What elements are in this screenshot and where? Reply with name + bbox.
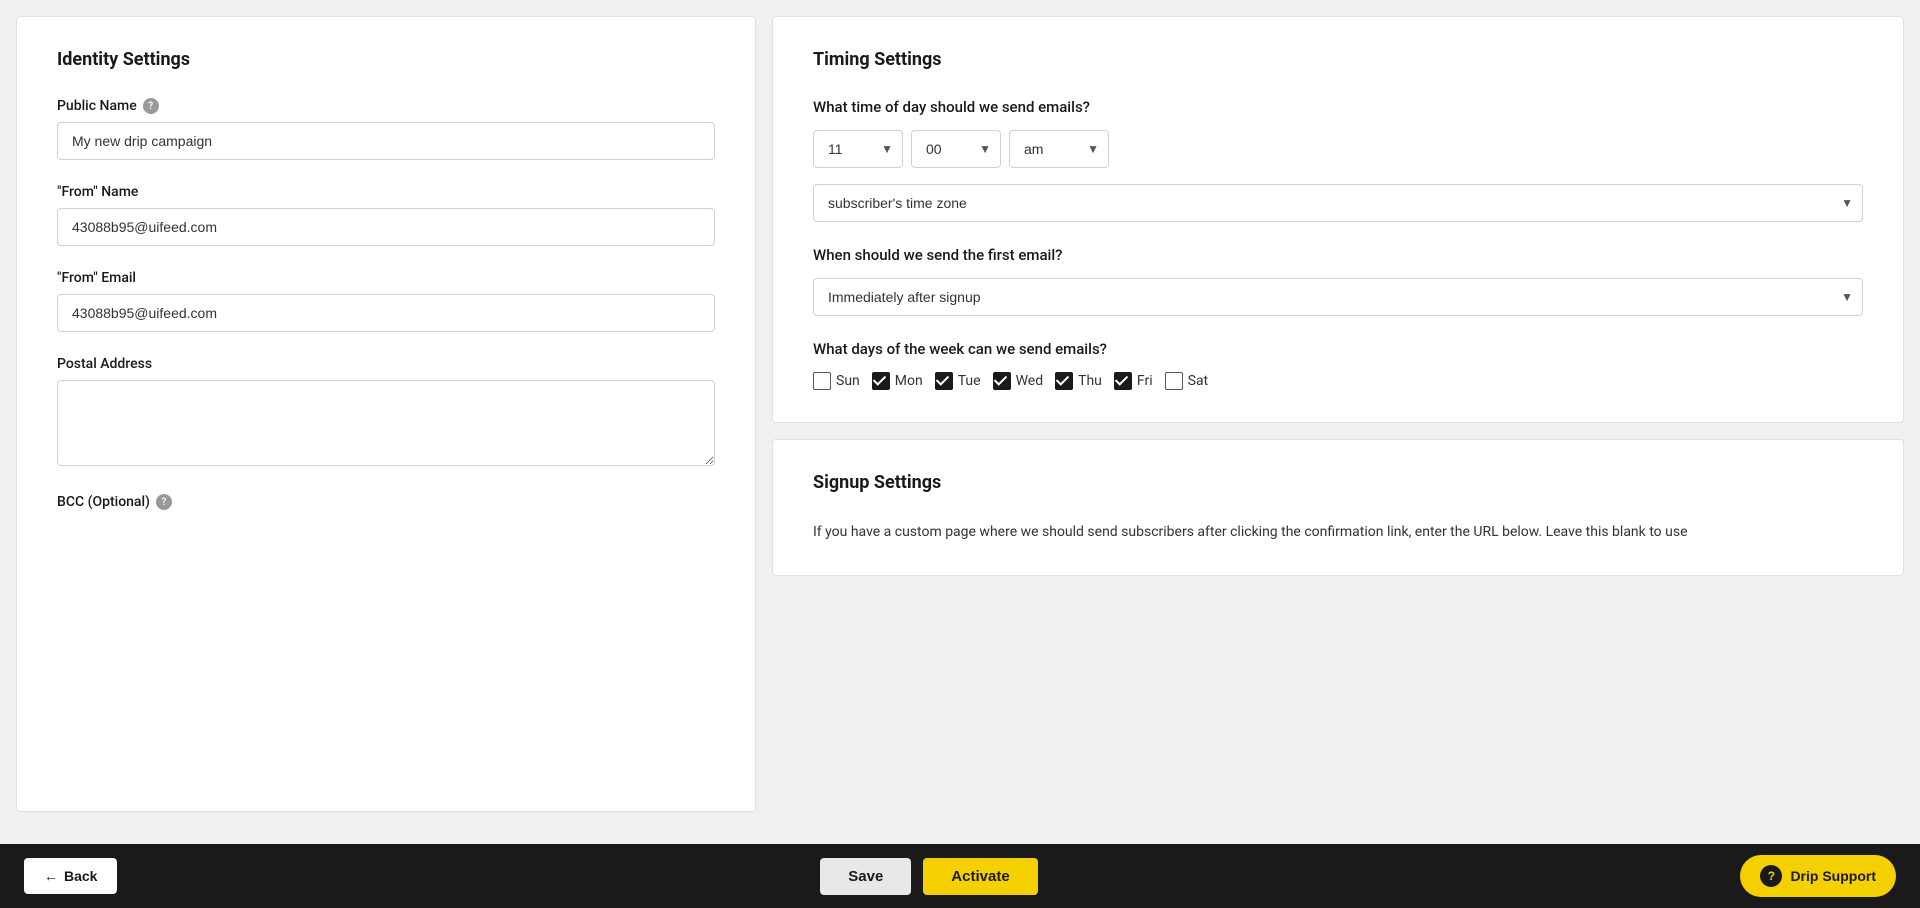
minute-select-wrapper: 00 153045 ▼: [911, 130, 1001, 168]
from-email-input[interactable]: [57, 294, 715, 332]
bottom-center: Save Activate: [820, 858, 1037, 895]
postal-address-group: Postal Address: [57, 356, 715, 470]
bcc-label: BCC (Optional) ?: [57, 494, 715, 510]
minute-select[interactable]: 00 153045: [911, 130, 1001, 168]
hour-select[interactable]: 11 123 456 789 1012: [813, 130, 903, 168]
hour-select-wrapper: 11 123 456 789 1012 ▼: [813, 130, 903, 168]
day-item-sun: Sun: [813, 372, 860, 390]
public-name-input[interactable]: [57, 122, 715, 160]
day-checkbox-mon[interactable]: [872, 372, 890, 390]
day-label-fri: Fri: [1137, 373, 1153, 389]
day-checkbox-wed[interactable]: [993, 372, 1011, 390]
postal-address-input[interactable]: [57, 380, 715, 466]
day-label-wed: Wed: [1016, 373, 1044, 389]
days-row: Sun Mon Tue Wed: [813, 372, 1863, 390]
timing-settings-panel: Timing Settings What time of day should …: [772, 16, 1904, 423]
time-question: What time of day should we send emails?: [813, 98, 1863, 116]
day-label-thu: Thu: [1078, 373, 1102, 389]
day-item-fri: Fri: [1114, 372, 1153, 390]
time-selectors: 11 123 456 789 1012 ▼ 00 153045 ▼: [813, 130, 1863, 168]
bcc-help-icon[interactable]: ?: [156, 494, 172, 510]
signup-settings-panel: Signup Settings If you have a custom pag…: [772, 439, 1904, 576]
day-checkbox-sun[interactable]: [813, 372, 831, 390]
first-email-select[interactable]: Immediately after signup 1 day after sig…: [813, 278, 1863, 316]
timing-settings-title: Timing Settings: [813, 49, 1863, 70]
signup-settings-description: If you have a custom page where we shoul…: [813, 521, 1863, 543]
day-item-tue: Tue: [935, 372, 981, 390]
day-item-thu: Thu: [1055, 372, 1102, 390]
bottom-left: ← Back: [24, 858, 117, 894]
from-email-group: "From" Email: [57, 270, 715, 332]
day-item-mon: Mon: [872, 372, 923, 390]
day-checkbox-thu[interactable]: [1055, 372, 1073, 390]
day-checkbox-fri[interactable]: [1114, 372, 1132, 390]
bcc-group: BCC (Optional) ?: [57, 494, 715, 510]
first-email-section: When should we send the first email? Imm…: [813, 246, 1863, 316]
support-circle-icon: ?: [1760, 865, 1782, 887]
timezone-select-wrapper: subscriber's time zone UTC America/New_Y…: [813, 184, 1863, 222]
drip-support-button[interactable]: ? Drip Support: [1740, 855, 1896, 897]
from-name-label: "From" Name: [57, 184, 715, 200]
back-arrow-icon: ←: [44, 868, 58, 884]
first-email-question: When should we send the first email?: [813, 246, 1863, 264]
public-name-label: Public Name ?: [57, 98, 715, 114]
postal-address-label: Postal Address: [57, 356, 715, 372]
day-label-sun: Sun: [836, 373, 860, 389]
bottom-bar: ← Back Save Activate ? Drip Support: [0, 844, 1920, 908]
back-button[interactable]: ← Back: [24, 858, 117, 894]
identity-settings-title: Identity Settings: [57, 49, 715, 70]
day-label-sat: Sat: [1188, 373, 1209, 389]
timezone-select[interactable]: subscriber's time zone UTC America/New_Y…: [813, 184, 1863, 222]
bottom-right: ? Drip Support: [1740, 855, 1896, 897]
days-question: What days of the week can we send emails…: [813, 340, 1863, 358]
day-checkbox-tue[interactable]: [935, 372, 953, 390]
day-item-sat: Sat: [1165, 372, 1209, 390]
days-section: What days of the week can we send emails…: [813, 340, 1863, 390]
save-button[interactable]: Save: [820, 858, 911, 895]
public-name-group: Public Name ?: [57, 98, 715, 160]
from-email-label: "From" Email: [57, 270, 715, 286]
signup-settings-title: Signup Settings: [813, 472, 1863, 493]
day-item-wed: Wed: [993, 372, 1044, 390]
day-label-tue: Tue: [958, 373, 981, 389]
right-panel: Timing Settings What time of day should …: [772, 16, 1904, 812]
ampm-select-wrapper: am pm ▼: [1009, 130, 1109, 168]
activate-button[interactable]: Activate: [923, 858, 1037, 895]
ampm-select[interactable]: am pm: [1009, 130, 1109, 168]
from-name-input[interactable]: [57, 208, 715, 246]
day-checkbox-sat[interactable]: [1165, 372, 1183, 390]
day-label-mon: Mon: [895, 373, 923, 389]
public-name-help-icon[interactable]: ?: [143, 98, 159, 114]
from-name-group: "From" Name: [57, 184, 715, 246]
first-email-select-wrapper: Immediately after signup 1 day after sig…: [813, 278, 1863, 316]
identity-settings-panel: Identity Settings Public Name ? "From" N…: [16, 16, 756, 812]
